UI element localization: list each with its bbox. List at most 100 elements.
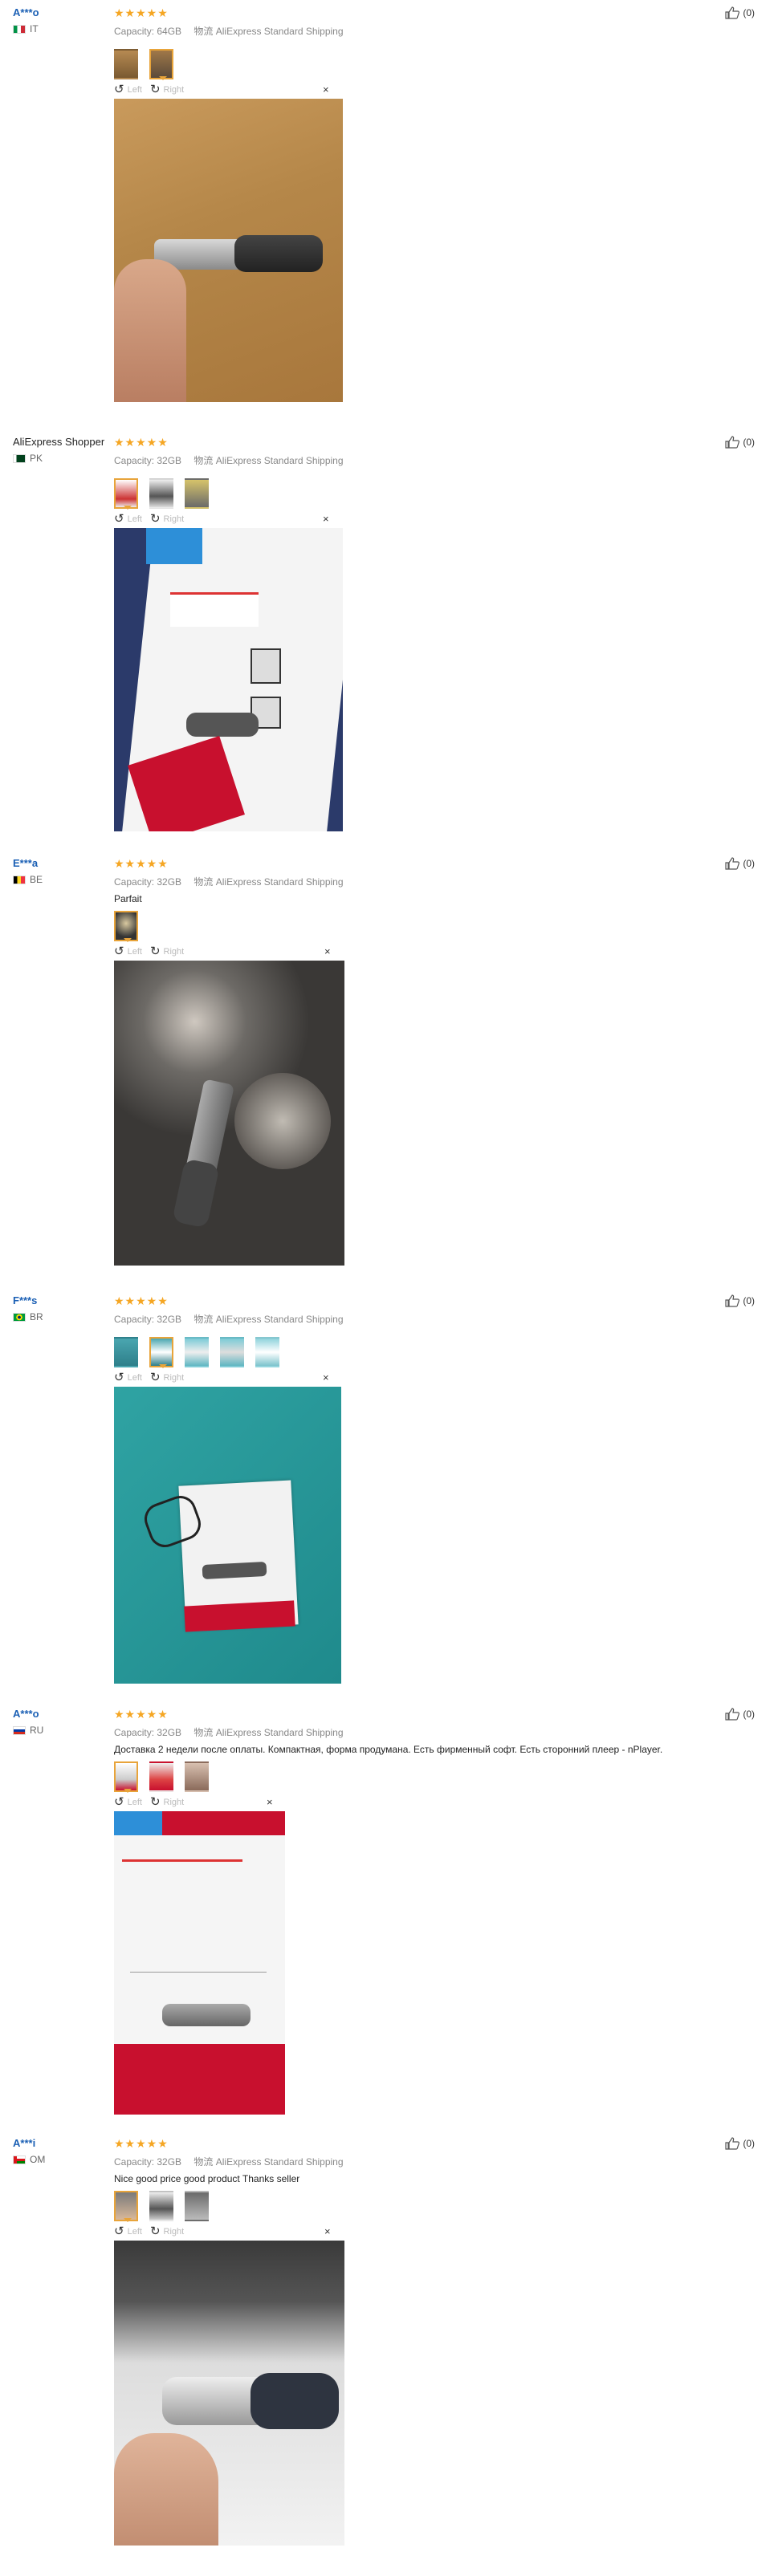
rotate-left-icon[interactable]: ↺ [114,513,124,525]
reviewer-info: A***o RU [13,1708,117,1736]
rotate-left-label[interactable]: Left [128,85,142,95]
rotate-left-label[interactable]: Left [128,1373,142,1383]
reviewer-name[interactable]: E***a [13,857,117,869]
capacity-value: 32GB [157,2156,182,2168]
reviewer-info: A***i OM [13,2137,117,2165]
star-rating: ★★★★★ [114,2137,169,2150]
reviewer-info: E***a BE [13,857,117,885]
review-thumbnail[interactable] [114,1761,138,1793]
review-thumbnail[interactable] [149,49,173,80]
review-text: Nice good price good product Thanks sell… [114,2173,300,2184]
reviewer-country: IT [30,23,39,35]
rotate-left-icon[interactable]: ↺ [114,2225,124,2237]
close-icon[interactable]: × [323,513,329,525]
review-thumbnail[interactable] [185,1761,209,1792]
review-thumbnail[interactable] [255,1337,279,1367]
reviewer-name[interactable]: A***i [13,2137,117,2149]
helpful-button[interactable]: (0) [725,6,755,19]
review-attributes: Capacity: 32GB 物流 AliExpress Standard Sh… [114,2155,740,2168]
shipping-icon: 物流 [194,2156,214,2168]
close-icon[interactable]: × [324,945,331,957]
rotate-left-label[interactable]: Left [128,947,142,957]
capacity-label: Capacity: [114,876,155,888]
flag-icon [13,875,26,884]
thumbnail-list [114,1337,740,1368]
capacity-label: Capacity: [114,2156,155,2168]
rotate-right-icon[interactable]: ↻ [150,1371,161,1383]
review-thumbnail[interactable] [149,478,173,509]
rotate-left-label[interactable]: Left [128,1798,142,1807]
rotate-right-label[interactable]: Right [164,85,185,95]
reviewer-name[interactable]: A***o [13,1708,117,1720]
image-viewer: ↺ Left ↻ Right × [114,83,740,402]
review-thumbnail[interactable] [114,2191,138,2222]
rotate-right-label[interactable]: Right [164,514,185,524]
review-thumbnail[interactable] [114,49,138,79]
helpful-button[interactable]: (0) [725,857,755,870]
rotate-left-icon[interactable]: ↺ [114,83,124,95]
image-viewer: ↺ Left ↻ Right × [114,2225,740,2546]
rotate-right-label[interactable]: Right [164,947,185,957]
close-icon[interactable]: × [323,1371,329,1383]
rotate-left-icon[interactable]: ↺ [114,1371,124,1383]
reviewer-info: A***o IT [13,6,117,35]
shipping-method: AliExpress Standard Shipping [215,876,344,888]
helpful-count: (0) [743,1295,755,1306]
shipping-icon: 物流 [194,1727,214,1738]
rotate-right-label[interactable]: Right [164,1373,185,1383]
close-icon[interactable]: × [324,2225,331,2237]
review-thumbnail[interactable] [149,1761,173,1792]
review-thumbnail[interactable] [185,478,209,509]
review-thumbnail[interactable] [114,478,138,510]
review-text: Parfait [114,893,142,904]
image-viewer: ↺ Left ↻ Right × [114,1796,740,2115]
review-thumbnail[interactable] [114,911,138,942]
viewer-toolbar: ↺ Left ↻ Right [114,1371,740,1383]
review-thumbnail[interactable] [185,1337,209,1367]
rotate-right-icon[interactable]: ↻ [150,83,161,95]
reviewer-country: PK [30,453,43,464]
rotate-right-label[interactable]: Right [164,2227,185,2237]
thumbnail-list [114,1761,740,1793]
review-thumbnail[interactable] [220,1337,244,1367]
rotate-right-icon[interactable]: ↻ [150,1796,161,1808]
capacity-value: 64GB [157,26,182,37]
review-thumbnail[interactable] [114,1337,138,1367]
flag-icon [13,24,26,34]
capacity-value: 32GB [157,876,182,888]
review-thumbnail[interactable] [149,1337,173,1368]
capacity-label: Capacity: [114,26,155,37]
review-thumbnail[interactable] [149,2191,173,2221]
viewer-toolbar: ↺ Left ↻ Right [114,945,740,957]
capacity-label: Capacity: [114,1314,155,1325]
shipping-method: AliExpress Standard Shipping [215,1314,344,1325]
helpful-button[interactable]: (0) [725,2137,755,2150]
review-photo [114,961,344,1266]
rotate-right-label[interactable]: Right [164,1798,185,1807]
shipping-icon: 物流 [194,1314,214,1325]
helpful-button[interactable]: (0) [725,1294,755,1307]
rotate-left-icon[interactable]: ↺ [114,1796,124,1808]
viewer-toolbar: ↺ Left ↻ Right [114,1796,740,1808]
close-icon[interactable]: × [267,1796,273,1808]
close-icon[interactable]: × [323,83,329,95]
review-attributes: Capacity: 32GB 物流 AliExpress Standard Sh… [114,1312,740,1326]
reviewer-name[interactable]: A***o [13,6,117,18]
rotate-right-icon[interactable]: ↻ [150,945,161,957]
reviewer-country: RU [30,1725,44,1736]
thumbs-up-icon [725,2137,740,2150]
rotate-right-icon[interactable]: ↻ [150,2225,161,2237]
rotate-right-icon[interactable]: ↻ [150,513,161,525]
review-thumbnail[interactable] [185,2191,209,2221]
helpful-count: (0) [743,437,755,448]
helpful-button[interactable]: (0) [725,1708,755,1721]
thumbs-up-icon [725,436,740,449]
helpful-button[interactable]: (0) [725,436,755,449]
rotate-left-label[interactable]: Left [128,2227,142,2237]
rotate-left-label[interactable]: Left [128,514,142,524]
reviewer-name[interactable]: F***s [13,1294,117,1306]
shipping-icon: 物流 [194,455,214,466]
reviewer-name[interactable]: AliExpress Shopper [13,436,117,448]
reviewer-info: AliExpress Shopper PK [13,436,117,464]
rotate-left-icon[interactable]: ↺ [114,945,124,957]
